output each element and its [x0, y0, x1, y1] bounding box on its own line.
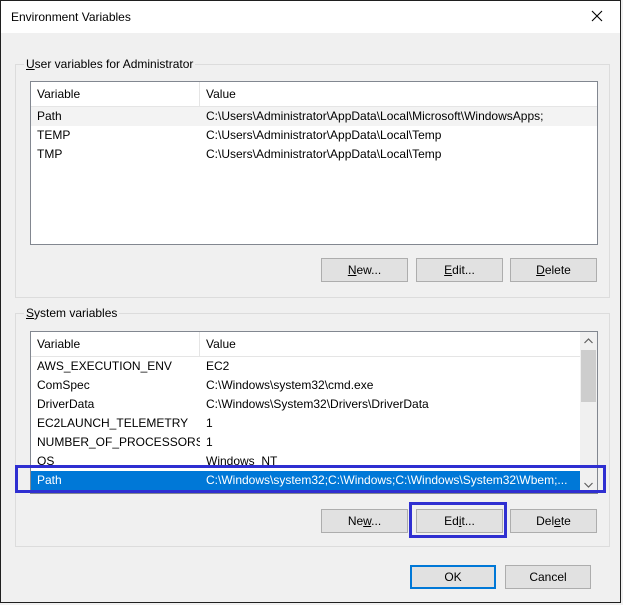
variable-value: C:\Windows\system32;C:\Windows;C:\Window…	[206, 473, 568, 487]
user-variables-group: User variables for Administrator Variabl…	[15, 57, 610, 298]
table-row[interactable]: TMP C:\Users\Administrator\AppData\Local…	[31, 145, 597, 164]
column-header-variable[interactable]: Variable	[31, 82, 200, 106]
close-icon	[591, 10, 603, 25]
user-new-button[interactable]: New...	[321, 258, 408, 282]
environment-variables-dialog: Environment Variables User variables for…	[0, 0, 621, 603]
system-list-header: Variable Value	[31, 332, 580, 357]
variable-name: ComSpec	[37, 378, 90, 392]
variable-value: C:\Users\Administrator\AppData\Local\Tem…	[206, 128, 442, 142]
system-variables-list[interactable]: Variable Value AWS_EXECUTION_ENV EC2 Com…	[30, 331, 598, 494]
system-delete-button[interactable]: Delete	[510, 509, 597, 533]
user-variables-list[interactable]: Variable Value Path C:\Users\Administrat…	[30, 81, 598, 245]
column-header-variable[interactable]: Variable	[31, 332, 200, 356]
variable-value: C:\Users\Administrator\AppData\Local\Tem…	[206, 147, 442, 161]
variable-value: Windows_NT	[206, 454, 278, 468]
system-edit-button[interactable]: Edit...	[416, 509, 503, 533]
table-row[interactable]: OS Windows_NT	[31, 452, 580, 471]
variable-name: NUMBER_OF_PROCESSORS	[37, 435, 200, 449]
variable-name: Path	[37, 473, 62, 487]
vertical-scrollbar[interactable]	[580, 332, 597, 493]
scroll-up-arrow-icon[interactable]	[580, 332, 597, 349]
scroll-down-arrow-icon[interactable]	[580, 476, 597, 493]
window-title: Environment Variables	[11, 10, 131, 24]
variable-name: TEMP	[37, 128, 71, 142]
ok-button[interactable]: OK	[410, 565, 496, 589]
table-row-selected[interactable]: Path C:\Windows\system32;C:\Windows;C:\W…	[31, 471, 580, 490]
variable-value: C:\Windows\system32\cmd.exe	[206, 378, 374, 392]
title-bar: Environment Variables	[1, 1, 620, 33]
user-list-header: Variable Value	[31, 82, 597, 107]
variable-name: AWS_EXECUTION_ENV	[37, 359, 172, 373]
variable-value: C:\Windows\System32\Drivers\DriverData	[206, 397, 429, 411]
table-row[interactable]: ComSpec C:\Windows\system32\cmd.exe	[31, 376, 580, 395]
table-row[interactable]: TEMP C:\Users\Administrator\AppData\Loca…	[31, 126, 597, 145]
table-row[interactable]: NUMBER_OF_PROCESSORS 1	[31, 433, 580, 452]
variable-value: 1	[206, 416, 213, 430]
close-button[interactable]	[574, 1, 620, 33]
variable-value: EC2	[206, 359, 230, 373]
variable-name: Path	[37, 109, 62, 123]
cancel-button[interactable]: Cancel	[505, 565, 591, 589]
variable-name: DriverData	[37, 397, 95, 411]
table-row[interactable]: Path C:\Users\Administrator\AppData\Loca…	[31, 107, 597, 126]
scrollbar-thumb[interactable]	[581, 350, 596, 402]
variable-value: 1	[206, 435, 213, 449]
user-edit-button[interactable]: Edit...	[416, 258, 503, 282]
variable-value: C:\Users\Administrator\AppData\Local\Mic…	[206, 109, 544, 123]
user-variables-label: User variables for Administrator	[24, 57, 196, 71]
table-row[interactable]: DriverData C:\Windows\System32\Drivers\D…	[31, 395, 580, 414]
variable-name: OS	[37, 454, 55, 468]
column-header-value[interactable]: Value	[200, 82, 597, 106]
system-new-button[interactable]: New...	[321, 509, 408, 533]
table-row[interactable]: AWS_EXECUTION_ENV EC2	[31, 357, 580, 376]
user-delete-button[interactable]: Delete	[510, 258, 597, 282]
system-variables-label: System variables	[24, 306, 120, 320]
system-variables-group: System variables Variable Value AWS_EXEC…	[15, 306, 610, 547]
variable-name: EC2LAUNCH_TELEMETRY	[37, 416, 189, 430]
variable-name: TMP	[37, 147, 63, 161]
table-row[interactable]: EC2LAUNCH_TELEMETRY 1	[31, 414, 580, 433]
column-header-value[interactable]: Value	[200, 332, 580, 356]
